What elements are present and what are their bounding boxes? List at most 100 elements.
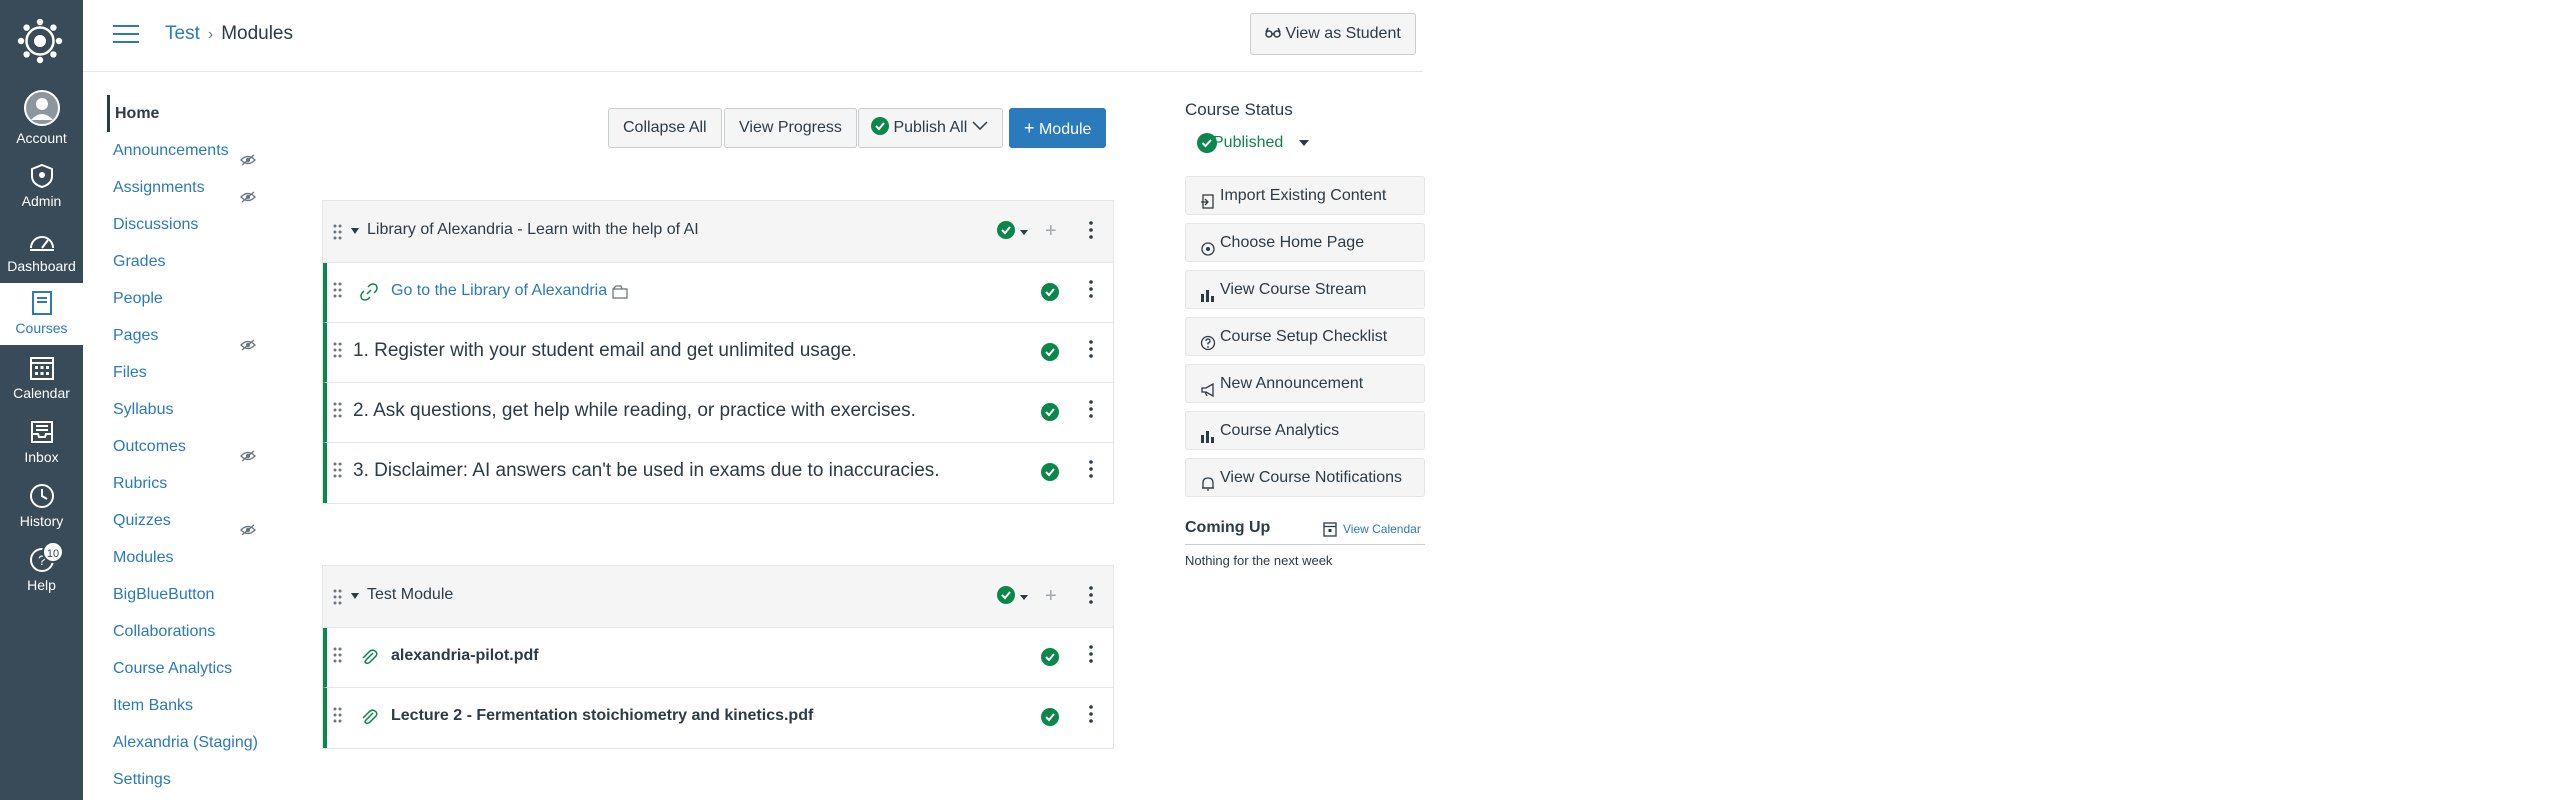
course-nav-item-people[interactable]: People (107, 280, 287, 317)
module-publish-status[interactable] (997, 586, 1015, 609)
import-existing-content-button[interactable]: Import Existing Content (1185, 176, 1425, 215)
course-nav-item-home[interactable]: Home (107, 95, 287, 132)
course-nav-item-pages[interactable]: Pages (107, 317, 287, 354)
course-analytics-button[interactable]: Course Analytics (1185, 411, 1425, 450)
course-nav-item-announcements[interactable]: Announcements (107, 132, 287, 169)
module-title: Library of Alexandria - Learn with the h… (367, 221, 699, 238)
module-options-kebab-icon[interactable] (1088, 221, 1094, 244)
drag-handle-icon[interactable] (333, 707, 342, 728)
collapse-caret-icon[interactable] (351, 228, 359, 234)
item-options-kebab-icon[interactable] (1088, 280, 1094, 303)
item-publish-status[interactable] (1041, 343, 1059, 366)
item-publish-status[interactable] (1041, 708, 1059, 731)
course-status-published[interactable]: Published (1185, 132, 1425, 154)
drag-handle-icon[interactable] (333, 342, 342, 363)
add-item-icon[interactable]: + (1045, 585, 1057, 608)
course-nav-item-alexandria-staging[interactable]: Alexandria (Staging) (107, 724, 287, 761)
course-nav-item-modules[interactable]: Modules (107, 539, 287, 576)
module-options-kebab-icon[interactable] (1088, 586, 1094, 609)
question-circle-icon (1200, 328, 1216, 365)
module-item-file[interactable]: alexandria-pilot.pdf (391, 647, 539, 665)
drag-handle-icon[interactable] (333, 282, 342, 303)
item-options-kebab-icon[interactable] (1088, 400, 1094, 423)
view-calendar-link[interactable]: View Calendar (1343, 522, 1421, 536)
nav-account[interactable]: Account (0, 90, 83, 146)
course-nav-item-rubrics[interactable]: Rubrics (107, 465, 287, 502)
item-options-kebab-icon[interactable] (1088, 645, 1094, 668)
nav-calendar[interactable]: Calendar (0, 355, 83, 401)
item-publish-status[interactable] (1041, 403, 1059, 426)
new-announcement-button[interactable]: New Announcement (1185, 364, 1425, 403)
megaphone-icon (1200, 375, 1216, 412)
add-module-button[interactable]: + Module (1009, 108, 1107, 148)
view-as-student-button[interactable]: View as Student (1250, 13, 1416, 55)
view-course-stream-button[interactable]: View Course Stream (1185, 270, 1425, 309)
course-nav-item-discussions[interactable]: Discussions (107, 206, 287, 243)
course-nav-item-collaborations[interactable]: Collaborations (107, 613, 287, 650)
chevron-down-icon[interactable] (1020, 230, 1028, 235)
sidebar-button-label: View Course Stream (1220, 281, 1367, 298)
canvas-logo-icon[interactable] (17, 18, 63, 64)
module-header[interactable]: Library of Alexandria - Learn with the h… (323, 201, 1113, 263)
course-nav-item-course-analytics[interactable]: Course Analytics (107, 650, 287, 687)
item-options-kebab-icon[interactable] (1088, 705, 1094, 728)
course-setup-checklist-button[interactable]: Course Setup Checklist (1185, 317, 1425, 356)
breadcrumb-course-link[interactable]: Test (165, 23, 200, 44)
item-publish-status[interactable] (1041, 463, 1059, 486)
nav-help-label: Help (27, 577, 56, 593)
item-publish-status[interactable] (1041, 648, 1059, 671)
module-item-link[interactable]: Go to the Library of Alexandria (391, 282, 607, 300)
nav-dashboard[interactable]: Dashboard (0, 228, 83, 274)
drag-handle-icon[interactable] (333, 647, 342, 668)
nav-history-label: History (19, 513, 64, 529)
course-nav-item-settings[interactable]: Settings (107, 761, 287, 798)
course-nav-item-bigbluebutton[interactable]: BigBlueButton (107, 576, 287, 613)
course-nav-item-files[interactable]: Files (107, 354, 287, 391)
nav-courses[interactable]: Courses (0, 283, 83, 345)
bar-chart-icon (1200, 281, 1216, 318)
view-course-notifications-button[interactable]: View Course Notifications (1185, 458, 1425, 497)
choose-home-page-button[interactable]: Choose Home Page (1185, 223, 1425, 262)
nav-admin[interactable]: Admin (0, 163, 83, 209)
drag-handle-icon[interactable] (333, 462, 342, 483)
external-tool-icon (612, 285, 628, 304)
course-nav-item-syllabus[interactable]: Syllabus (107, 391, 287, 428)
chevron-down-icon[interactable] (1020, 595, 1028, 600)
drag-handle-icon[interactable] (333, 402, 342, 423)
drag-handle-icon (333, 707, 342, 723)
collapse-caret-icon[interactable] (351, 593, 359, 599)
home-target-icon (1201, 242, 1215, 256)
course-nav-label: Modules (113, 549, 174, 566)
view-progress-button[interactable]: View Progress (724, 108, 857, 148)
item-options-kebab-icon[interactable] (1088, 460, 1094, 483)
breadcrumb: Test › Modules (165, 23, 293, 45)
item-publish-status[interactable] (1041, 283, 1059, 306)
module-item: 3. Disclaimer: AI answers can't be used … (323, 443, 1113, 503)
nav-account-label: Account (16, 130, 67, 146)
nav-inbox[interactable]: Inbox (0, 419, 83, 465)
calendar-icon (29, 357, 54, 380)
module-publish-status[interactable] (997, 221, 1015, 244)
item-options-kebab-icon[interactable] (1088, 340, 1094, 363)
module-item-file[interactable]: Lecture 2 - Fermentation stoichiometry a… (391, 707, 813, 725)
nothing-upcoming-text: Nothing for the next week (1185, 553, 1333, 568)
publish-all-button[interactable]: Publish All (858, 108, 1003, 148)
drag-handle-icon[interactable] (333, 224, 342, 245)
hamburger-menu-icon[interactable] (113, 25, 139, 45)
course-nav-item-item-banks[interactable]: Item Banks (107, 687, 287, 724)
shield-icon (30, 163, 53, 189)
drag-handle-icon[interactable] (333, 589, 342, 610)
course-nav-item-assignments[interactable]: Assignments (107, 169, 287, 206)
course-nav-label: Quizzes (113, 512, 171, 529)
eye-off-icon (240, 339, 256, 351)
sidebar-button-label: Choose Home Page (1220, 234, 1365, 251)
course-nav-item-outcomes[interactable]: Outcomes (107, 428, 287, 465)
course-nav-item-grades[interactable]: Grades (107, 243, 287, 280)
add-item-icon[interactable]: + (1045, 220, 1057, 243)
nav-history[interactable]: History (0, 483, 83, 529)
drag-handle-icon (333, 342, 342, 358)
module-header[interactable]: Test Module + (323, 566, 1113, 628)
collapse-all-button[interactable]: Collapse All (608, 108, 722, 148)
course-nav-item-quizzes[interactable]: Quizzes (107, 502, 287, 539)
nav-help[interactable]: ? 10 Help (0, 541, 83, 593)
